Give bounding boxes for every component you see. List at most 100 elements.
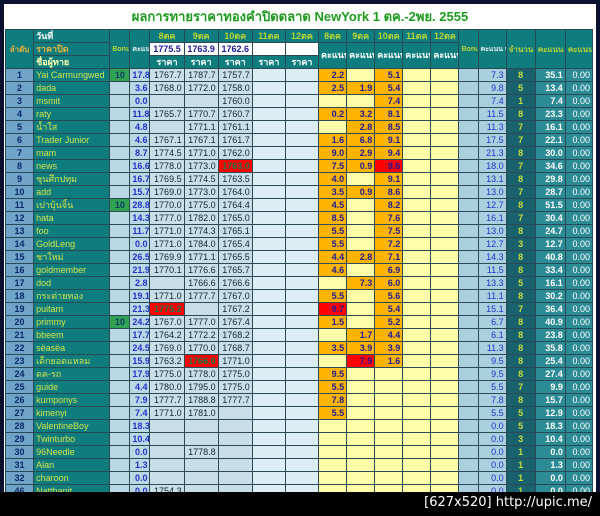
- price-cell: 1774.3: [183, 224, 219, 238]
- bonus-week1-cell: [109, 354, 131, 368]
- player-name: primmy: [33, 315, 111, 329]
- average-cell: 0.00: [564, 120, 594, 134]
- score-cell: 7.3: [346, 276, 376, 290]
- score-week1-cell: 2.8: [129, 276, 151, 290]
- total-cell: 33.4: [534, 263, 566, 277]
- price-cell: 1762.0: [217, 146, 253, 160]
- bonus-week2-cell: [458, 471, 479, 485]
- bonus-week1-cell: [109, 289, 131, 303]
- close-price-value: 1763.9: [183, 42, 219, 56]
- price-cell: [251, 458, 286, 472]
- bonus-week2-cell: [458, 68, 479, 82]
- price-cell: 1771.0: [149, 237, 185, 251]
- price-cell: 1767.4: [217, 315, 253, 329]
- rank-cell: 22: [4, 341, 35, 355]
- rank-cell: 27: [4, 406, 35, 420]
- price-cell: [284, 94, 320, 108]
- price-cell: [251, 211, 286, 225]
- average-cell: 0.00: [564, 198, 594, 212]
- rank-cell: 12: [4, 211, 35, 225]
- score-cell: 7.1: [374, 250, 404, 264]
- score-cell: [402, 354, 432, 368]
- bonus-week2-cell: [458, 172, 479, 186]
- average-cell: 0.00: [564, 159, 594, 173]
- price-cell: [251, 68, 286, 82]
- price-cell: [251, 315, 286, 329]
- score-week2-cell: 15.1: [477, 302, 507, 316]
- rank-cell: 25: [4, 380, 35, 394]
- price-cell: 1767.0: [149, 315, 185, 329]
- score-week1-cell: 10.4: [129, 432, 151, 446]
- average-cell: 0.00: [564, 471, 594, 485]
- rank-cell: 31: [4, 458, 35, 472]
- score-week1-cell: 0.0: [129, 94, 151, 108]
- score-cell: 7.4: [374, 94, 404, 108]
- rank-cell: 10: [4, 185, 35, 199]
- price-cell: [251, 185, 286, 199]
- score-week1-cell: 7.9: [129, 393, 151, 407]
- score-label: คะแนน: [374, 42, 404, 69]
- total-cell: 29.8: [534, 172, 566, 186]
- player-name: sëasëa: [33, 341, 111, 355]
- score-cell: [402, 328, 432, 342]
- score-cell: [374, 445, 404, 459]
- count-cell: 8: [505, 367, 536, 381]
- score-cell: [402, 471, 432, 485]
- score-week1-cell: 4.8: [129, 120, 151, 134]
- bonus-week1-cell: [109, 237, 131, 251]
- player-name: kimenyi: [33, 406, 111, 420]
- price-cell: 1774.5: [183, 172, 219, 186]
- rank-cell: 5: [4, 120, 35, 134]
- price-cell: 1769.5: [149, 172, 185, 186]
- score-cell: [374, 471, 404, 485]
- bonus-week2-cell: [458, 419, 479, 433]
- price-cell: 1775.0: [217, 367, 253, 381]
- date-header: วันที่: [33, 29, 111, 43]
- count-cell: 8: [505, 263, 536, 277]
- score-week1-cell: 14.3: [129, 211, 151, 225]
- bonus-week2-cell: [458, 159, 479, 173]
- score-cell: 9.4: [374, 146, 404, 160]
- price-cell: [149, 471, 185, 485]
- score-week1-cell: 17.7: [129, 328, 151, 342]
- score-cell: [318, 354, 348, 368]
- bonus-week1-cell: [109, 146, 131, 160]
- bonus-week2-cell: [458, 341, 479, 355]
- score-week2-cell: 13.3: [477, 276, 507, 290]
- score-cell: [318, 445, 348, 459]
- score-cell: 5.5: [318, 237, 348, 251]
- player-name: msmit: [33, 94, 111, 108]
- score-cell: 5.5: [318, 224, 348, 238]
- score-cell: 7.5: [318, 159, 348, 173]
- price-cell: [251, 107, 286, 121]
- price-cell: 1773.0: [183, 159, 219, 173]
- price-cell: 1766.6: [217, 276, 253, 290]
- average-cell: 0.00: [564, 146, 594, 160]
- count-cell: 8: [505, 315, 536, 329]
- total-cell: 0.0: [534, 445, 566, 459]
- bonus-week1-cell: [109, 328, 131, 342]
- score-cell: [430, 172, 460, 186]
- player-name: charoon: [33, 471, 111, 485]
- price-cell: 1764.2: [149, 328, 185, 342]
- score-cell: [430, 419, 460, 433]
- average-cell: 0.00: [564, 107, 594, 121]
- score-cell: 5.6: [374, 289, 404, 303]
- price-cell: 1772.0: [183, 81, 219, 95]
- score-label: คะแนน: [430, 42, 460, 69]
- score-cell: [402, 302, 432, 316]
- score-cell: 4.4: [374, 328, 404, 342]
- player-name: goldmember: [33, 263, 111, 277]
- total-cell: 34.6: [534, 159, 566, 173]
- bonus-week2-cell: [458, 146, 479, 160]
- score-label: คะแนน: [318, 42, 348, 69]
- score-cell: [346, 458, 376, 472]
- average-cell: 0.00: [564, 445, 594, 459]
- count-cell: 7: [505, 185, 536, 199]
- score-cell: [430, 146, 460, 160]
- score-week1-cell: 19.1: [129, 289, 151, 303]
- price-cell: [217, 471, 253, 485]
- score-cell: [318, 471, 348, 485]
- score-cell: [374, 380, 404, 394]
- price-cell: 1766.6: [183, 276, 219, 290]
